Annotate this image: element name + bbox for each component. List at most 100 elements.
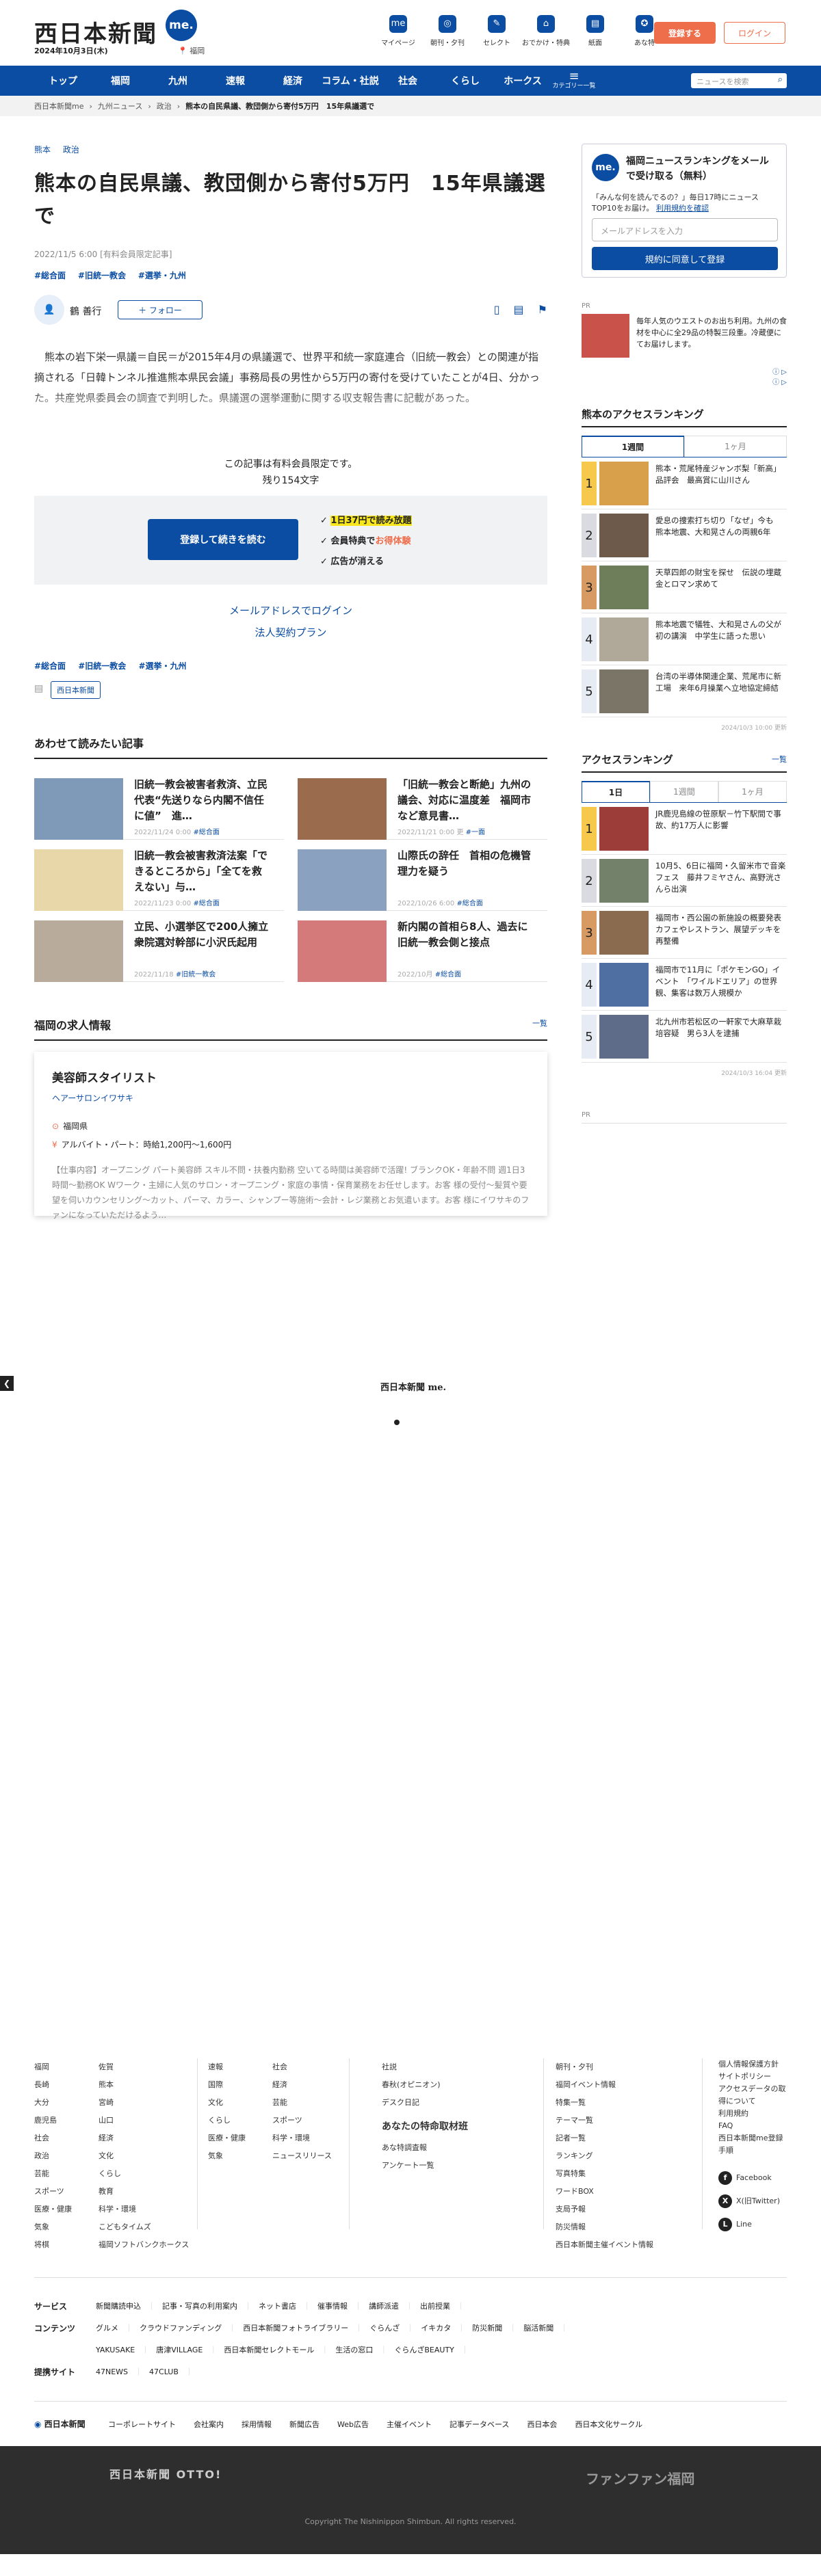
related-tag[interactable]: #総合面	[193, 829, 219, 836]
footer-link[interactable]: 将棋	[34, 2236, 72, 2254]
footer-link[interactable]: ネット書店	[259, 2302, 311, 2311]
header-nav-item[interactable]: ✎ セレクト	[472, 15, 521, 47]
footer-link[interactable]: 利用規約	[718, 2108, 787, 2120]
footer-link[interactable]: アクセスデータの取得について	[718, 2083, 787, 2108]
avatar[interactable]: 👤	[34, 295, 64, 325]
ranking-title[interactable]: JR鹿児島線の笹原駅－竹下駅間で事故、約17万人に影響	[655, 808, 787, 832]
related-title[interactable]: 新内閣の首相ら8人、過去に旧統一教会側と接点	[398, 919, 534, 951]
ranking-thumbnail[interactable]	[599, 963, 649, 1007]
footer-link[interactable]: 医療・健康	[34, 2201, 72, 2218]
carousel-prev-arrow[interactable]: ❮	[0, 1376, 14, 1391]
related-item[interactable]: 山際氏の辞任 首相の危機管理力を疑う 2022/10/26 6:00 #総合面	[298, 840, 547, 911]
ranking-item[interactable]: 4 福岡市で11月に「ポケモンGO」イベント 「ワイルドエリア」の世界観、集客は数…	[582, 959, 787, 1011]
footer-link[interactable]: 唐津VILLAGE	[156, 2346, 217, 2354]
ranking-title[interactable]: 福岡市で11月に「ポケモンGO」イベント 「ワイルドエリア」の世界観、集客は数万…	[655, 964, 787, 999]
footer-link[interactable]: 防災新聞	[472, 2324, 517, 2333]
related-title[interactable]: 旧統一教会被害者救済、立民代表“先送りなら内閣不信任に値” 進…	[134, 777, 271, 824]
share-icon[interactable]: ▯	[494, 303, 500, 316]
ranking-item[interactable]: 2 愛息の捜索打ち切り「なぜ」今も 熊本地震、大和晃さんの両親6年	[582, 509, 787, 561]
site-logo[interactable]: 西日本新聞	[34, 15, 157, 49]
footer-link[interactable]: 政治	[34, 2147, 72, 2165]
tag-link[interactable]: #旧統一教会	[78, 271, 126, 280]
carousel-dot[interactable]	[394, 1420, 400, 1425]
subscribe-button[interactable]: 登録して続きを読む	[148, 519, 298, 560]
related-thumbnail[interactable]	[34, 778, 123, 840]
related-item[interactable]: 旧統一教会被害救済法案「できるところから」「全てを救えない」与… 2022/11/…	[34, 840, 284, 911]
category-link[interactable]: 熊本	[34, 145, 51, 155]
footer-link[interactable]: 支局予報	[556, 2201, 653, 2218]
breadcrumb-item[interactable]: 九州ニュース	[98, 101, 142, 111]
corporate-link[interactable]: コーポレートサイト	[108, 2419, 176, 2430]
footer-link[interactable]: 記事・写真の利用案内	[162, 2302, 252, 2311]
corporate-link[interactable]: 主催イベント	[387, 2419, 432, 2430]
footer-link[interactable]: スポーツ	[272, 2112, 332, 2129]
gnav-item[interactable]: 速報	[207, 74, 264, 88]
newsletter-submit-button[interactable]: 規約に同意して登録	[592, 247, 778, 270]
gnav-item[interactable]: 経済	[264, 74, 322, 88]
related-title[interactable]: 旧統一教会被害救済法案「できるところから」「全てを救えない」与…	[134, 848, 271, 895]
footer-link[interactable]: 催事情報	[317, 2302, 362, 2311]
footer-link[interactable]: 脳活新聞	[523, 2324, 568, 2333]
search-input[interactable]: ⌕ ニュースを検索	[691, 73, 787, 88]
ranking-title[interactable]: 台湾の半導体関連企業、荒尾市に新工場 来年6月操業へ立地協定締結	[655, 671, 787, 694]
related-thumbnail[interactable]	[34, 920, 123, 982]
me-logo-badge[interactable]: me.	[166, 10, 197, 41]
corporate-link[interactable]: Web広告	[337, 2419, 369, 2430]
pr-ad-text[interactable]: 毎年人気のウエストのお出ち利用。九州の食材を中心に全29品の特製三段重。冷蔵便に…	[636, 315, 787, 350]
ranking-more-link[interactable]: 一覧	[772, 754, 787, 765]
footer-link[interactable]: ぐらんざ	[369, 2324, 414, 2333]
gnav-item[interactable]: 社会	[379, 74, 436, 88]
footer-link[interactable]: こどもタイムズ	[99, 2218, 189, 2236]
pr-ad-image[interactable]	[582, 314, 629, 358]
source-badge[interactable]: 西日本新聞	[51, 681, 101, 699]
ranking-thumbnail[interactable]	[599, 566, 649, 609]
corp-logo[interactable]: ◉ 西日本新聞	[34, 2418, 108, 2430]
corporate-link[interactable]: 採用情報	[242, 2419, 272, 2430]
footer-link[interactable]: 春秋(オピニオン)	[382, 2076, 468, 2094]
related-title[interactable]: 立民、小選挙区で200人擁立 衆院選対幹部に小沢氏起用	[134, 919, 278, 951]
footer-link[interactable]: 佐賀	[99, 2058, 189, 2076]
footer-link[interactable]: 教育	[99, 2183, 189, 2201]
footer-link[interactable]: 芸能	[34, 2165, 72, 2183]
job-title[interactable]: 美容師スタイリスト	[52, 1068, 530, 1085]
related-item[interactable]: 旧統一教会被害者救済、立民代表“先送りなら内閣不信任に値” 進… 2022/11/…	[34, 769, 284, 840]
footer-link[interactable]: 特集一覧	[556, 2094, 653, 2112]
footer-link[interactable]: くらし	[99, 2165, 189, 2183]
footer-link[interactable]: 個人情報保護方針	[718, 2058, 787, 2071]
ranking-item[interactable]: 3 福岡市・西公園の新施設の概要発表 カフェやレストラン、展望デッキを再整備	[582, 907, 790, 959]
footer-link[interactable]: くらし	[208, 2112, 246, 2129]
ranking-thumbnail[interactable]	[599, 807, 649, 851]
jobs-more-link[interactable]: 一覧	[532, 1018, 547, 1028]
related-thumbnail[interactable]	[34, 849, 123, 911]
gnav-item[interactable]: 九州	[149, 74, 207, 88]
footer-link[interactable]: 熊本	[99, 2076, 189, 2094]
ranking-item[interactable]: 2 10月5、6日に福岡・久留米市で音楽フェス 藤井フミヤさん、高野洸さんら出演	[582, 855, 787, 907]
breadcrumb-item[interactable]: 政治	[157, 101, 172, 111]
footer-link[interactable]: 出前授業	[420, 2302, 465, 2311]
footer-link[interactable]: 文化	[99, 2147, 189, 2165]
gnav-item[interactable]: コラム・社説	[322, 74, 379, 88]
terms-link[interactable]: 利用規約を確認	[656, 204, 709, 213]
footer-link[interactable]: 国際	[208, 2076, 246, 2094]
footer-link[interactable]: 科学・環境	[272, 2129, 332, 2147]
breadcrumb-item[interactable]: 西日本新聞me	[34, 101, 83, 111]
social-link[interactable]: f Facebook	[718, 2166, 787, 2190]
category-menu-button[interactable]: ≡ カテゴリー一覧	[551, 70, 597, 90]
ranking-thumbnail[interactable]	[599, 514, 649, 557]
footer-link[interactable]: ぐらんざBEAUTY	[394, 2346, 469, 2354]
footer-link[interactable]: 西日本新聞セレクトモール	[224, 2346, 328, 2354]
footer-link[interactable]: ランキング	[556, 2147, 653, 2165]
footer-link[interactable]: ニュースリリース	[272, 2147, 332, 2165]
print-icon[interactable]: ▤	[514, 303, 524, 316]
tag-link[interactable]: #総合面	[34, 271, 66, 280]
header-nav-item[interactable]: ▤ 紙面	[571, 15, 620, 47]
ranking-thumbnail[interactable]	[599, 1015, 649, 1059]
related-thumbnail[interactable]	[298, 849, 387, 911]
footer-link[interactable]: クラウドファンディング	[140, 2324, 236, 2333]
related-tag[interactable]: #旧統一教会	[176, 971, 216, 979]
ranking-title[interactable]: 10月5、6日に福岡・久留米市で音楽フェス 藤井フミヤさん、高野洸さんら出演	[655, 860, 787, 895]
ranking-title[interactable]: 熊本地震で犠牲、大和晃さんの父が初の講演 中学生に語った思い	[655, 619, 787, 642]
job-card[interactable]: 美容師スタイリスト ヘアーサロンイワサキ ⊙ 福岡県 ¥ アルバイト・パート：時給1…	[34, 1052, 547, 1220]
footer-link[interactable]: 宮崎	[99, 2094, 189, 2112]
footer-link[interactable]: 西日本新聞主催イベント情報	[556, 2236, 653, 2254]
